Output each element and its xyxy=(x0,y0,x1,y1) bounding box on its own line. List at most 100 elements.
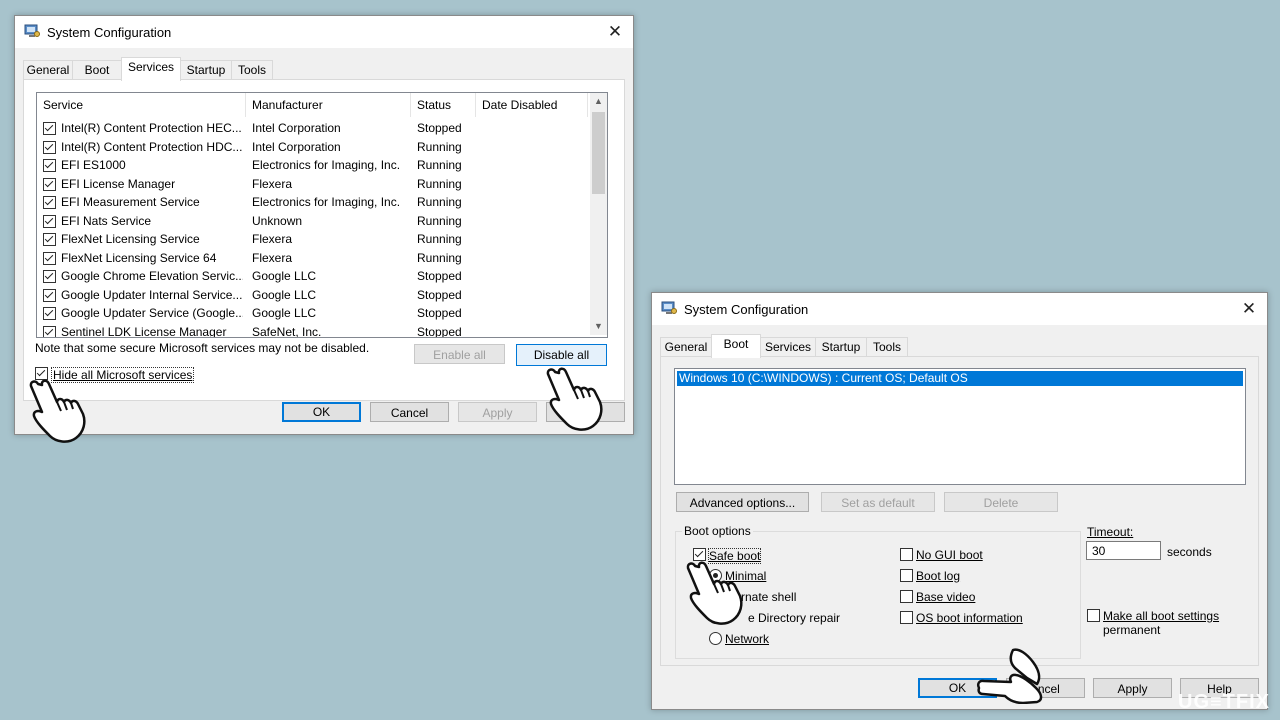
note-text: Note that some secure Microsoft services… xyxy=(35,341,370,355)
table-row[interactable]: Google Chrome Elevation Servic... Google … xyxy=(37,267,590,286)
close-icon[interactable]: ✕ xyxy=(1231,293,1267,325)
table-row[interactable]: FlexNet Licensing Service Flexera Running xyxy=(37,230,590,249)
table-row[interactable]: Sentinel LDK License Manager SafeNet, Inc… xyxy=(37,323,590,338)
column-header-manufacturer[interactable]: Manufacturer xyxy=(246,93,411,117)
tab-services[interactable]: Services xyxy=(121,57,181,81)
table-row[interactable]: EFI ES1000 Electronics for Imaging, Inc. R… xyxy=(37,156,590,175)
os-entry[interactable]: Windows 10 (C:\WINDOWS) : Current OS; De… xyxy=(677,371,1243,386)
scroll-up-icon[interactable]: ▲ xyxy=(590,93,607,110)
service-status: Running xyxy=(417,250,462,265)
base-video-checkbox[interactable] xyxy=(900,590,913,603)
service-manufacturer: Electronics for Imaging, Inc. xyxy=(252,195,401,209)
window-title: System Configuration xyxy=(684,302,809,317)
service-status: Stopped xyxy=(417,287,462,302)
boot-log-checkbox[interactable] xyxy=(900,569,913,582)
service-name: Intel(R) Content Protection HEC... xyxy=(61,121,242,135)
service-name: FlexNet Licensing Service 64 xyxy=(61,250,217,265)
base-video-label[interactable]: Base video xyxy=(916,590,975,604)
network-label[interactable]: Network xyxy=(725,632,769,646)
apply-button[interactable]: Apply xyxy=(458,402,537,422)
service-name: EFI License Manager xyxy=(61,176,176,191)
no-gui-boot-label[interactable]: No GUI boot xyxy=(916,548,983,562)
service-checkbox[interactable] xyxy=(43,177,56,191)
tab-startup[interactable]: Startup xyxy=(180,60,232,80)
boot-options-title: Boot options xyxy=(682,524,753,538)
advanced-options-button[interactable]: Advanced options... xyxy=(676,492,809,512)
make-permanent-label[interactable]: Make all boot settings xyxy=(1103,609,1219,623)
os-boot-information-checkbox[interactable] xyxy=(900,611,913,624)
service-manufacturer: Flexera xyxy=(252,250,293,265)
service-checkbox[interactable] xyxy=(43,233,56,246)
service-status: Running xyxy=(417,232,462,246)
ad-repair-label[interactable]: e Directory repair xyxy=(748,611,840,625)
service-checkbox[interactable] xyxy=(43,251,56,265)
tab-general[interactable]: General xyxy=(660,337,712,357)
apply-button[interactable]: Apply xyxy=(1093,678,1172,698)
table-row[interactable]: EFI License Manager Flexera Running xyxy=(37,175,590,194)
service-checkbox[interactable] xyxy=(43,270,56,283)
service-manufacturer: Intel Corporation xyxy=(252,139,341,154)
system-configuration-dialog-boot: System Configuration ✕ General Boot Serv… xyxy=(651,292,1268,710)
service-name: Intel(R) Content Protection HDC... xyxy=(61,139,243,154)
system-configuration-dialog-services: System Configuration ✕ General Boot Serv… xyxy=(14,15,634,435)
tab-general[interactable]: General xyxy=(23,60,73,80)
table-row[interactable]: FlexNet Licensing Service 64 Flexera Runni… xyxy=(37,249,590,268)
service-checkbox[interactable] xyxy=(43,159,56,172)
ok-button[interactable]: OK xyxy=(282,402,361,422)
tab-boot[interactable]: Boot xyxy=(711,334,761,358)
make-permanent-label-2: permanent xyxy=(1103,623,1161,637)
column-header-service[interactable]: Service xyxy=(37,93,246,117)
table-row[interactable]: Intel(R) Content Protection HDC... Intel … xyxy=(37,138,590,157)
enable-all-button[interactable]: Enable all xyxy=(414,344,505,364)
os-boot-information-label[interactable]: OS boot information xyxy=(916,611,1023,625)
service-status: Stopped xyxy=(417,324,462,338)
disable-all-button[interactable]: Disable all xyxy=(516,344,607,366)
title-bar: System Configuration ✕ xyxy=(652,293,1267,325)
cancel-button[interactable]: Cancel xyxy=(370,402,449,422)
service-checkbox[interactable] xyxy=(43,140,56,154)
no-gui-boot-checkbox[interactable] xyxy=(900,548,913,561)
table-row[interactable]: Intel(R) Content Protection HEC... Intel … xyxy=(37,119,590,138)
boot-log-label[interactable]: Boot log xyxy=(916,569,960,583)
table-row[interactable]: EFI Measurement Service Electronics for I… xyxy=(37,193,590,212)
service-checkbox[interactable] xyxy=(43,196,56,209)
title-bar: System Configuration ✕ xyxy=(15,16,633,48)
service-checkbox[interactable] xyxy=(43,122,56,135)
close-icon[interactable]: ✕ xyxy=(597,16,633,48)
tab-startup[interactable]: Startup xyxy=(815,337,867,357)
column-header-date-disabled[interactable]: Date Disabled xyxy=(476,93,588,117)
service-checkbox[interactable] xyxy=(43,288,56,302)
scrollbar-thumb[interactable] xyxy=(592,112,605,194)
service-checkbox[interactable] xyxy=(43,214,56,228)
service-manufacturer: Flexera xyxy=(252,176,293,191)
vertical-scrollbar[interactable]: ▲ ▼ xyxy=(590,93,607,335)
service-name: EFI Nats Service xyxy=(61,213,152,228)
tab-tools[interactable]: Tools xyxy=(231,60,273,80)
tab-tools[interactable]: Tools xyxy=(866,337,908,357)
tab-boot[interactable]: Boot xyxy=(72,60,122,80)
services-list[interactable]: Service Manufacturer Status Date Disable… xyxy=(36,92,608,338)
scroll-down-icon[interactable]: ▼ xyxy=(590,318,607,335)
service-manufacturer: Flexera xyxy=(252,232,293,246)
service-status: Stopped xyxy=(417,306,462,320)
alternate-shell-label[interactable]: rnate shell xyxy=(741,590,796,604)
timeout-input[interactable]: 30 xyxy=(1086,541,1161,560)
table-row[interactable]: Google Updater Service (Google... Google … xyxy=(37,304,590,323)
table-row[interactable]: EFI Nats Service Unknown Running xyxy=(37,212,590,231)
network-radio[interactable] xyxy=(709,632,722,645)
set-as-default-button[interactable]: Set as default xyxy=(821,492,935,512)
pointing-hand-icon xyxy=(686,561,743,625)
table-row[interactable]: Google Updater Internal Service... Google… xyxy=(37,286,590,305)
column-header-status[interactable]: Status xyxy=(411,93,476,117)
delete-button[interactable]: Delete xyxy=(944,492,1058,512)
service-checkbox[interactable] xyxy=(43,325,56,337)
service-status: Running xyxy=(417,139,462,154)
tab-services[interactable]: Services xyxy=(760,337,816,357)
make-permanent-checkbox[interactable] xyxy=(1087,609,1100,622)
system-configuration-icon xyxy=(24,24,40,37)
service-name: FlexNet Licensing Service xyxy=(61,232,200,246)
os-list[interactable]: Windows 10 (C:\WINDOWS) : Current OS; De… xyxy=(674,368,1246,485)
service-name: EFI Measurement Service xyxy=(61,195,200,209)
service-checkbox[interactable] xyxy=(43,307,56,320)
seconds-label: seconds xyxy=(1167,545,1212,559)
